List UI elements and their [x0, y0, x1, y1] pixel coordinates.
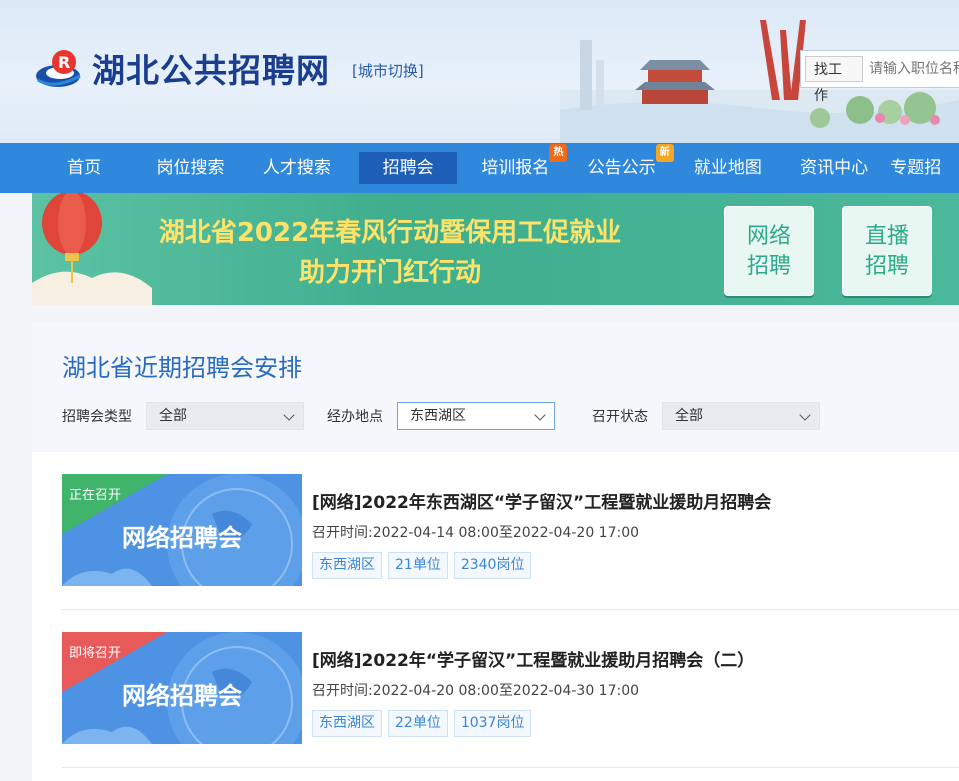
fair-tags: 东西湖区 21单位 2340岗位	[312, 552, 537, 579]
search-box: 找工作	[800, 50, 959, 104]
banner-title: 湖北省2022年春风行动暨保用工促就业 助力开门红行动	[158, 218, 622, 288]
district-tag: 东西湖区	[312, 710, 382, 737]
status-badge: 即将召开	[69, 646, 122, 661]
fair-list: 正在召开 网络招聘会 [网络]2022年东西湖区“学子留汉”工程暨就业援助月招聘…	[32, 452, 959, 781]
status-badge: 正在召开	[69, 488, 122, 503]
location-select[interactable]: 东西湖区	[397, 402, 555, 430]
fair-thumbnail[interactable]: 即将召开 网络招聘会	[62, 632, 302, 744]
svg-text:R: R	[58, 53, 70, 72]
new-badge: 新	[655, 144, 674, 162]
live-recruit-button[interactable]: 直播 招聘	[842, 206, 932, 296]
nav-training[interactable]: 培训报名热	[469, 144, 568, 184]
units-tag: 22单位	[388, 710, 448, 737]
filter-location: 经办地点 东西湖区	[327, 402, 555, 430]
chevron-down-icon	[799, 409, 811, 421]
status-select[interactable]: 全部	[662, 402, 820, 430]
online-recruit-button[interactable]: 网络 招聘	[724, 206, 814, 296]
filter-fair-type: 招聘会类型 全部	[62, 402, 304, 430]
filter-status: 召开状态 全部	[592, 402, 820, 430]
fair-time: 召开时间:2022-04-14 08:00至2022-04-20 17:00	[312, 525, 640, 541]
logo-icon: R	[34, 46, 86, 90]
nav-job-search[interactable]: 岗位搜索	[146, 152, 234, 184]
search-input[interactable]	[869, 61, 959, 77]
site-name: 湖北公共招聘网	[92, 51, 330, 90]
fair-card: 即将召开 网络招聘会 [网络]2022年“学子留汉”工程暨就业援助月招聘会（二）…	[62, 610, 959, 768]
fair-thumbnail[interactable]: 正在召开 网络招聘会	[62, 474, 302, 586]
panel-title: 湖北省近期招聘会安排	[62, 354, 302, 382]
fair-tags: 东西湖区 22单位 1037岗位	[312, 710, 537, 737]
nav-home[interactable]: 首页	[40, 152, 128, 184]
city-switch-link[interactable]: [城市切换]	[352, 60, 424, 81]
nav-news[interactable]: 资讯中心	[788, 152, 880, 184]
campaign-banner[interactable]: 湖北省2022年春风行动暨保用工促就业 助力开门红行动 网络 招聘 直播 招聘	[32, 193, 959, 305]
units-tag: 21单位	[388, 552, 448, 579]
nav-employment-map[interactable]: 就业地图	[682, 152, 774, 184]
positions-tag: 1037岗位	[453, 710, 532, 737]
site-logo[interactable]: R 湖北公共招聘网	[34, 44, 330, 92]
main-nav: 首页 岗位搜索 人才搜索 招聘会 培训报名热 公告公示新 就业地图 资讯中心 专…	[0, 143, 959, 193]
fair-title[interactable]: [网络]2022年东西湖区“学子留汉”工程暨就业援助月招聘会	[312, 488, 771, 513]
fair-time: 召开时间:2022-04-20 08:00至2022-04-30 17:00	[312, 683, 640, 699]
fair-card: 正在召开 网络招聘会 [网络]2022年东西湖区“学子留汉”工程暨就业援助月招聘…	[62, 452, 959, 610]
chevron-down-icon	[283, 409, 295, 421]
district-tag: 东西湖区	[312, 552, 382, 579]
fair-type-select[interactable]: 全部	[146, 402, 304, 430]
positions-tag: 2340岗位	[453, 552, 532, 579]
nav-announcements[interactable]: 公告公示新	[575, 144, 674, 184]
nav-talent-search[interactable]: 人才搜索	[253, 152, 341, 184]
nav-special[interactable]: 专题招	[890, 152, 959, 184]
nav-job-fair[interactable]: 招聘会	[359, 152, 458, 184]
search-type-select[interactable]: 找工作	[805, 56, 863, 104]
job-fair-panel: 湖北省近期招聘会安排 招聘会类型 全部 经办地点 东西湖区 召开状态 全部 正在…	[32, 322, 959, 781]
chevron-down-icon	[534, 409, 546, 421]
site-header: R 湖北公共招聘网 [城市切换] 找工作	[0, 0, 959, 143]
fair-title[interactable]: [网络]2022年“学子留汉”工程暨就业援助月招聘会（二）	[312, 646, 754, 671]
hot-badge: 热	[549, 144, 568, 162]
